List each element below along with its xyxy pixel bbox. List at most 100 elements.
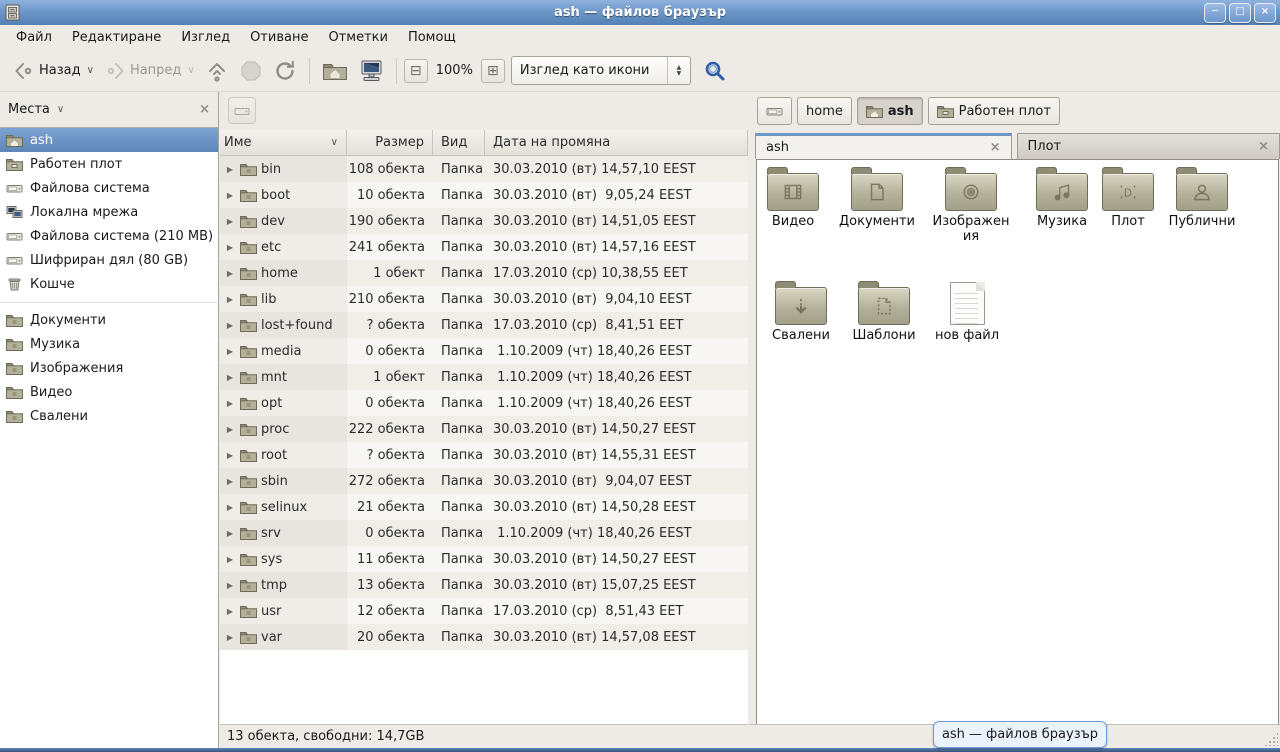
folder-icon — [240, 500, 257, 514]
breadcrumb-button-Работен плот[interactable]: Работен плот — [928, 97, 1060, 125]
expander-icon[interactable]: ▶ — [224, 633, 236, 642]
menu-item-4[interactable]: Отиване — [240, 27, 318, 48]
places-selector[interactable]: Места ∨ — [8, 102, 199, 117]
zoom-in-button[interactable]: ⊞ — [481, 59, 505, 83]
icon-item-video[interactable]: Видео — [749, 166, 837, 229]
table-row[interactable]: ▶tmp13 обектаПапка30.03.2010 (вт) 15,07,… — [220, 572, 748, 598]
sidebar-item-музика[interactable]: Музика — [0, 332, 218, 356]
column-header-4[interactable]: Дата на промяна — [485, 130, 748, 156]
maximize-button[interactable]: □ — [1229, 3, 1251, 23]
home-button[interactable] — [317, 57, 353, 85]
reload-button[interactable] — [268, 56, 302, 86]
stop-button[interactable] — [234, 56, 268, 86]
view-mode-select[interactable]: Изглед като икони ▲▼ — [511, 56, 691, 85]
expander-icon[interactable]: ▶ — [224, 555, 236, 564]
computer-button[interactable] — [353, 56, 389, 86]
icon-item-newfile[interactable]: нов файл — [923, 282, 1011, 343]
sidebar-item-документи[interactable]: Документи — [0, 308, 218, 332]
minimize-button[interactable]: ─ — [1204, 3, 1226, 23]
table-row[interactable]: ▶media0 обектаПапка 1.10.2009 (чт) 18,40… — [220, 338, 748, 364]
menu-item-5[interactable]: Отметки — [318, 27, 397, 48]
table-row[interactable]: ▶selinux21 обектаПапка30.03.2010 (вт) 14… — [220, 494, 748, 520]
back-button[interactable]: Назад ∨ — [8, 57, 99, 85]
sidebar-item-работен-плот[interactable]: Работен плот — [0, 152, 218, 176]
table-row[interactable]: ▶sys11 обектаПапка30.03.2010 (вт) 14,50,… — [220, 546, 748, 572]
sidebar-item-ash[interactable]: ash — [0, 128, 218, 152]
resize-grip[interactable] — [1264, 732, 1278, 746]
icon-item-downloads[interactable]: Свалени — [757, 280, 845, 343]
icon-item-images[interactable]: Изображен ия — [927, 166, 1015, 244]
breadcrumb-button-root[interactable] — [757, 97, 792, 125]
expander-icon[interactable]: ▶ — [224, 269, 236, 278]
sidebar-item-свалени[interactable]: Свалени — [0, 404, 218, 428]
forward-dropdown-icon[interactable]: ∨ — [187, 65, 194, 76]
table-row[interactable]: ▶home1 обектПапка17.03.2010 (ср) 10,38,5… — [220, 260, 748, 286]
tab-ash[interactable]: ash× — [755, 133, 1012, 159]
icon-item-templates[interactable]: Шаблони — [840, 280, 928, 343]
expander-icon[interactable]: ▶ — [224, 607, 236, 616]
table-row[interactable]: ▶lib210 обектаПапка30.03.2010 (вт) 9,04,… — [220, 286, 748, 312]
tab-close-icon[interactable]: × — [990, 140, 1001, 155]
menu-item-1[interactable]: Файл — [6, 27, 62, 48]
expander-icon[interactable]: ▶ — [224, 399, 236, 408]
expander-icon[interactable]: ▶ — [224, 581, 236, 590]
sidebar-item-файлова-система-210-mb-[interactable]: Файлова система (210 MB) — [0, 224, 218, 248]
expander-icon[interactable]: ▶ — [224, 373, 236, 382]
table-row[interactable]: ▶usr12 обектаПапка17.03.2010 (ср) 8,51,4… — [220, 598, 748, 624]
column-header-1[interactable]: Име∨ — [220, 130, 347, 156]
expander-icon[interactable]: ▶ — [224, 295, 236, 304]
expander-icon[interactable]: ▶ — [224, 451, 236, 460]
table-row[interactable]: ▶opt0 обектаПапка 1.10.2009 (чт) 18,40,2… — [220, 390, 748, 416]
search-button[interactable] — [703, 59, 727, 83]
column-header-3[interactable]: Вид — [433, 130, 485, 156]
sidebar-item-кошче[interactable]: Кошче — [0, 272, 218, 296]
file-name: etc — [261, 240, 281, 255]
table-row[interactable]: ▶root? обектаПапка30.03.2010 (вт) 14,55,… — [220, 442, 748, 468]
breadcrumb-button-home[interactable]: home — [797, 97, 852, 125]
expander-icon[interactable]: ▶ — [224, 529, 236, 538]
icon-view[interactable]: ВидеоДокументиИзображен ияМузикаDПлотПуб… — [756, 159, 1279, 725]
expander-icon[interactable]: ▶ — [224, 425, 236, 434]
menu-item-6[interactable]: Помощ — [398, 27, 466, 48]
expander-icon[interactable]: ▶ — [224, 243, 236, 252]
tab-close-icon[interactable]: × — [1258, 139, 1269, 154]
table-row[interactable]: ▶srv0 обектаПапка 1.10.2009 (чт) 18,40,2… — [220, 520, 748, 546]
table-row[interactable]: ▶var20 обектаПапка30.03.2010 (вт) 14,57,… — [220, 624, 748, 650]
table-row[interactable]: ▶mnt1 обектПапка 1.10.2009 (чт) 18,40,26… — [220, 364, 748, 390]
expander-icon[interactable]: ▶ — [224, 321, 236, 330]
sidebar-item-шифриран-дял-80-gb-[interactable]: Шифриран дял (80 GB) — [0, 248, 218, 272]
table-row[interactable]: ▶etc241 обектаПапка30.03.2010 (вт) 14,57… — [220, 234, 748, 260]
table-row[interactable]: ▶sbin272 обектаПапка30.03.2010 (вт) 9,04… — [220, 468, 748, 494]
sidebar-item-локална-мрежа[interactable]: Локална мрежа — [0, 200, 218, 224]
expander-icon[interactable]: ▶ — [224, 503, 236, 512]
back-dropdown-icon[interactable]: ∨ — [87, 65, 94, 76]
icon-item-public[interactable]: Публични — [1158, 166, 1246, 229]
expander-icon[interactable]: ▶ — [224, 165, 236, 174]
sidebar-item-изображения[interactable]: Изображения — [0, 356, 218, 380]
tab-Плот[interactable]: Плот× — [1017, 133, 1280, 159]
menu-item-3[interactable]: Изглед — [171, 27, 240, 48]
close-button[interactable]: × — [1254, 3, 1276, 23]
table-row[interactable]: ▶dev190 обектаПапка30.03.2010 (вт) 14,51… — [220, 208, 748, 234]
root-location-button[interactable] — [228, 97, 256, 124]
menu-item-2[interactable]: Редактиране — [62, 27, 171, 48]
table-row[interactable]: ▶lost+found? обектаПапка17.03.2010 (ср) … — [220, 312, 748, 338]
places-separator — [0, 296, 218, 303]
sidebar-item-видео[interactable]: Видео — [0, 380, 218, 404]
forward-button[interactable]: Напред ∨ — [99, 57, 200, 85]
up-button[interactable] — [200, 56, 234, 86]
breadcrumb-button-ash[interactable]: ash — [857, 97, 923, 125]
column-header-2[interactable]: Размер — [347, 130, 433, 156]
table-row[interactable]: ▶boot10 обектаПапка30.03.2010 (вт) 9,05,… — [220, 182, 748, 208]
expander-icon[interactable]: ▶ — [224, 191, 236, 200]
modified-cell: 17.03.2010 (ср) 10,38,55 EET — [485, 260, 748, 286]
expander-icon[interactable]: ▶ — [224, 217, 236, 226]
sidebar-close-icon[interactable]: × — [199, 102, 210, 117]
table-row[interactable]: ▶bin108 обектаПапка30.03.2010 (вт) 14,57… — [220, 156, 748, 182]
expander-icon[interactable]: ▶ — [224, 477, 236, 486]
icon-item-documents[interactable]: Документи — [833, 166, 921, 229]
zoom-out-button[interactable]: ⊟ — [404, 59, 428, 83]
expander-icon[interactable]: ▶ — [224, 347, 236, 356]
sidebar-item-файлова-система[interactable]: Файлова система — [0, 176, 218, 200]
table-row[interactable]: ▶proc222 обектаПапка30.03.2010 (вт) 14,5… — [220, 416, 748, 442]
